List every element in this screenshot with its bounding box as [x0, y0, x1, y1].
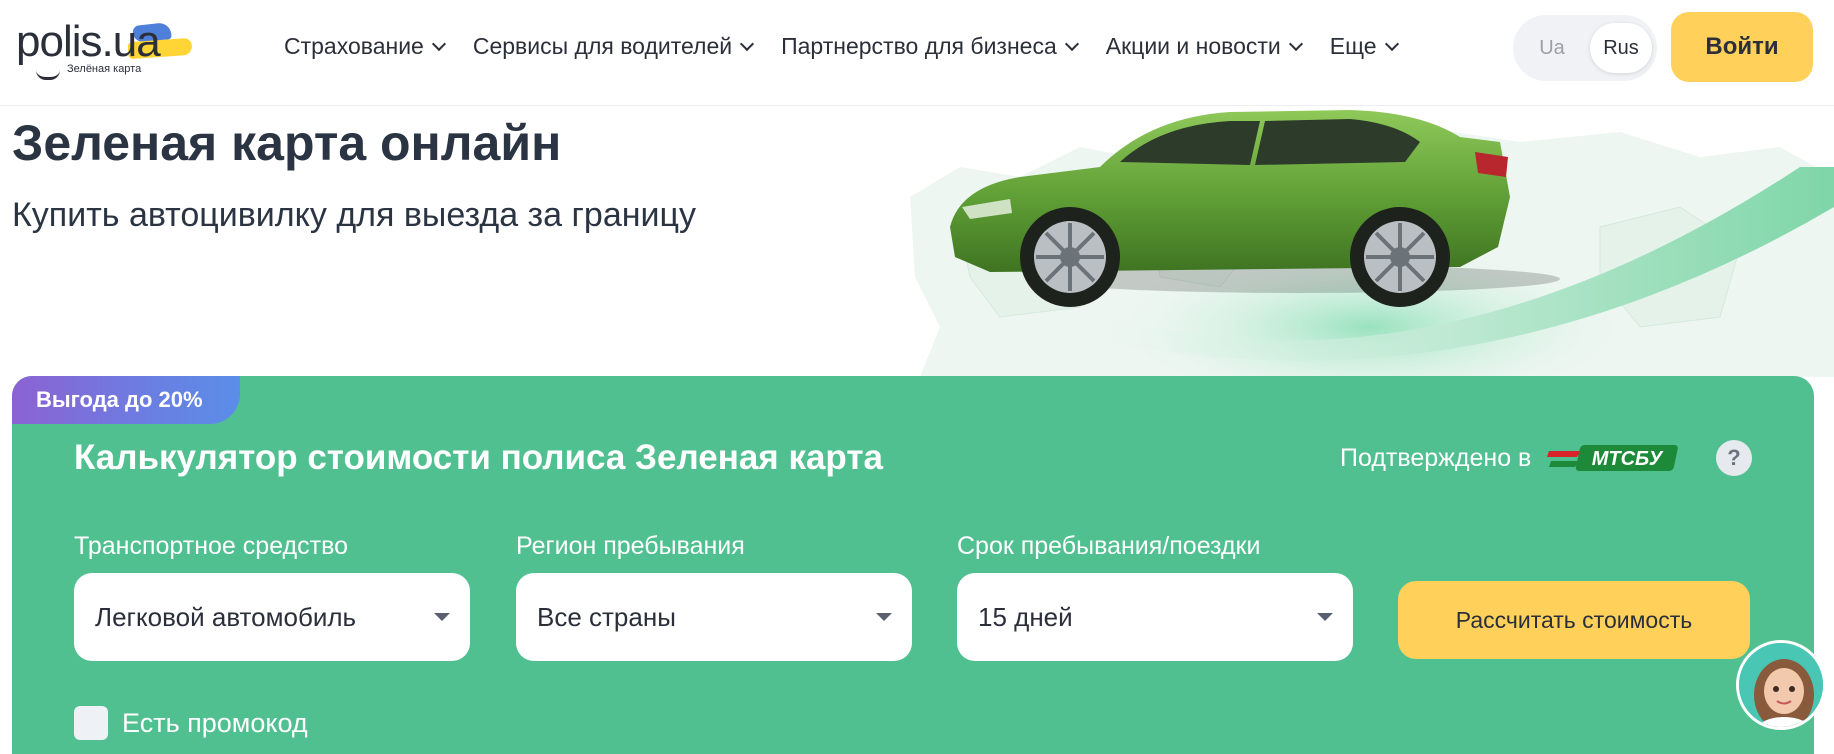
calculator-title: Калькулятор стоимости полиса Зеленая кар… [74, 438, 883, 477]
caret-down-icon [1317, 613, 1333, 621]
vehicle-select[interactable]: Легковой автомобиль [74, 573, 470, 661]
nav-item-more[interactable]: Еще [1329, 33, 1399, 60]
caret-down-icon [876, 613, 892, 621]
confirmed-by: Подтверждено в МТСБУ [1340, 438, 1683, 478]
promo-code-checkbox[interactable] [74, 706, 108, 740]
page-subtitle: Купить автоцивилку для выезда за границу [12, 196, 696, 234]
logo-subtitle: Зелёная карта [67, 63, 142, 75]
page-title: Зеленая карта онлайн [12, 115, 562, 171]
nav-item-label: Страхование [284, 33, 424, 59]
mtsbu-logo-text: МТСБУ [1592, 448, 1664, 470]
header: polis.ua Зелёная карта Страхование Серви… [0, 0, 1834, 106]
hero-car-illustration [910, 110, 1834, 377]
main-nav: Страхование Сервисы для водителей Партне… [284, 33, 1426, 60]
confirmed-text: Подтверждено в [1340, 443, 1532, 472]
discount-badge: Выгода до 20% [12, 376, 240, 424]
duration-select[interactable]: 15 дней [957, 573, 1353, 661]
promo-code-row: Есть промокод [74, 706, 308, 740]
vehicle-select-value: Легковой автомобиль [95, 601, 357, 632]
help-icon[interactable]: ? [1716, 440, 1752, 476]
caret-down-icon [434, 613, 450, 621]
vehicle-field-label: Транспортное средство [74, 532, 348, 560]
nav-item-driver-services[interactable]: Сервисы для водителей [472, 33, 755, 60]
region-field-label: Регион пребывания [516, 532, 745, 560]
nav-item-promotions-news[interactable]: Акции и новости [1105, 33, 1303, 60]
chevron-down-icon [740, 36, 755, 52]
lang-option-ua[interactable]: Ua [1521, 23, 1583, 73]
nav-item-label: Партнерство для бизнеса [781, 33, 1057, 59]
logo[interactable]: polis.ua Зелёная карта [16, 14, 246, 84]
nav-item-label: Акции и новости [1105, 33, 1281, 59]
nav-item-label: Еще [1329, 33, 1377, 59]
chevron-down-icon [1064, 36, 1079, 52]
calculate-button[interactable]: Рассчитать стоимость [1398, 581, 1750, 659]
chevron-down-icon [1384, 36, 1399, 52]
language-switch: Ua Rus [1513, 15, 1657, 81]
logo-smile-icon [36, 70, 60, 80]
mtsbu-logo: МТСБУ [1547, 445, 1679, 471]
duration-field-label: Срок пребывания/поездки [957, 532, 1261, 560]
nav-item-business-partnership[interactable]: Партнерство для бизнеса [781, 33, 1079, 60]
logo-brand-main: polis [16, 17, 102, 66]
duration-select-value: 15 дней [978, 601, 1073, 632]
chevron-down-icon [431, 36, 446, 52]
login-button[interactable]: Войти [1671, 12, 1813, 82]
nav-item-label: Сервисы для водителей [472, 33, 733, 59]
calculator-panel: Выгода до 20% Калькулятор стоимости поли… [12, 376, 1814, 754]
logo-brand-domain: .ua [101, 17, 161, 66]
chat-avatar[interactable] [1736, 640, 1826, 730]
logo-text: polis.ua [16, 14, 161, 70]
region-select-value: Все страны [537, 601, 676, 632]
lang-option-rus[interactable]: Rus [1590, 23, 1652, 73]
region-select[interactable]: Все страны [516, 573, 912, 661]
promo-code-label[interactable]: Есть промокод [122, 708, 308, 739]
nav-item-insurance[interactable]: Страхование [284, 33, 446, 60]
chevron-down-icon [1288, 36, 1303, 52]
